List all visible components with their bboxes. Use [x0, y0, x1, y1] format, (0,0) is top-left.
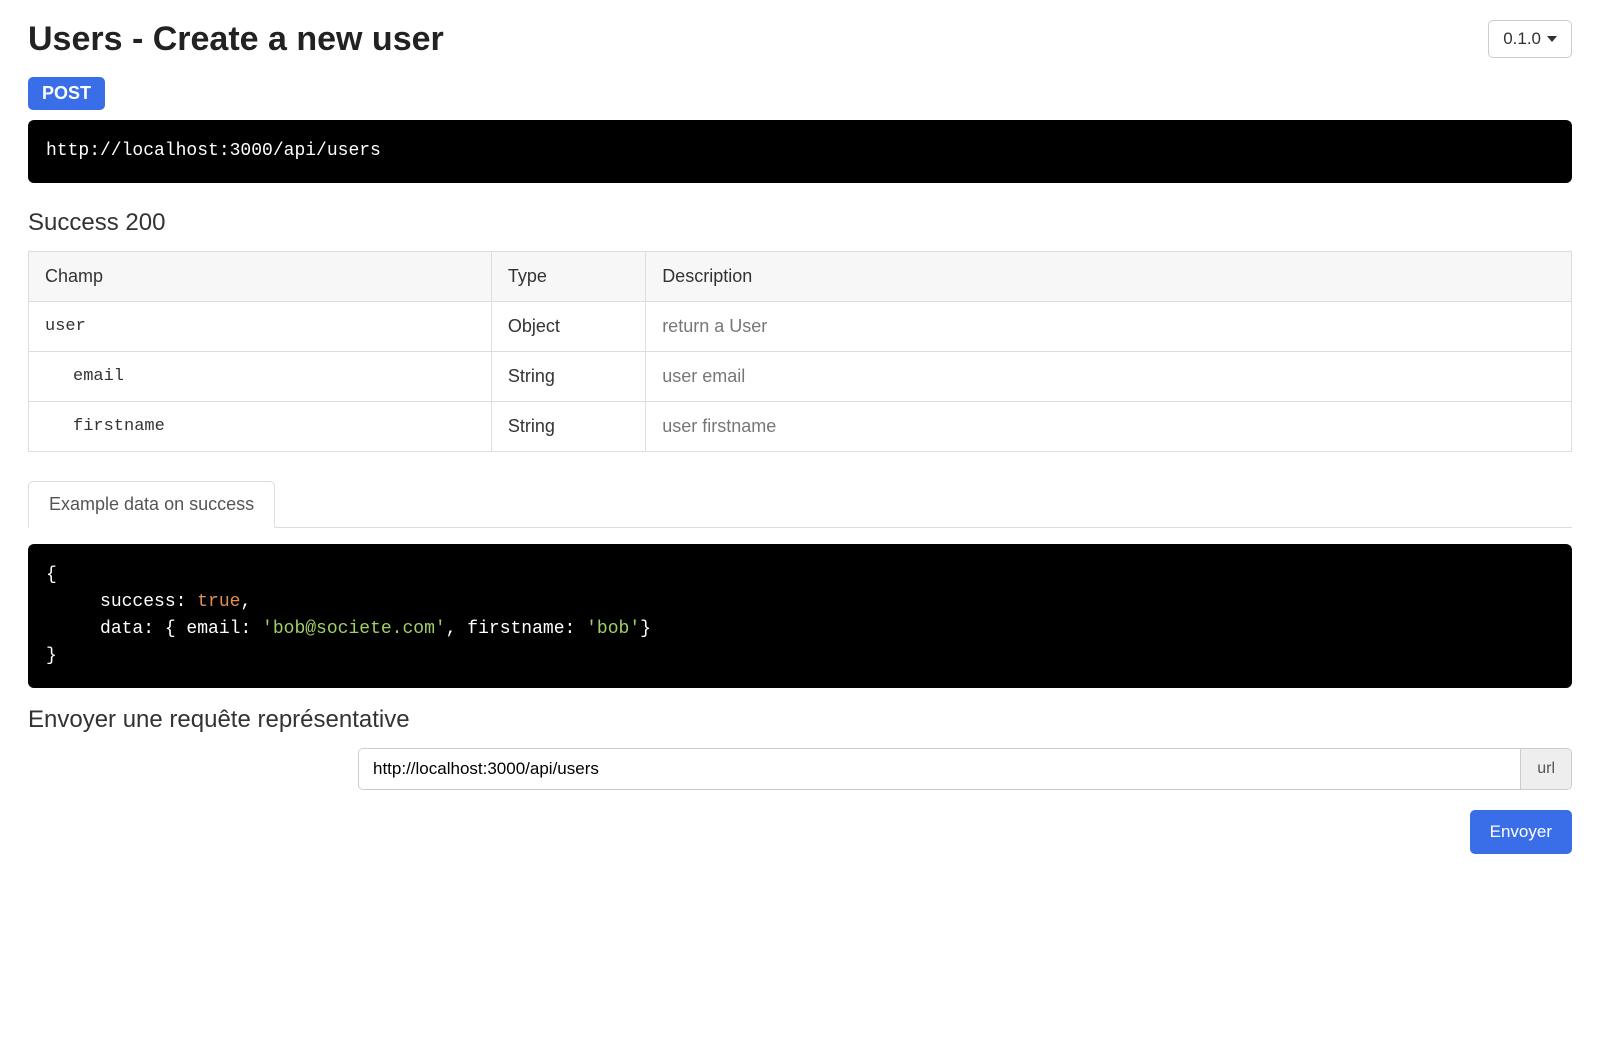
code-token: , firstname: — [446, 619, 586, 639]
field-description: user firstname — [646, 402, 1572, 452]
tab-example-success[interactable]: Example data on success — [28, 481, 275, 528]
send-button[interactable]: Envoyer — [1470, 810, 1572, 854]
field-name: user — [45, 317, 86, 336]
col-header-description: Description — [646, 252, 1572, 302]
http-method-badge: POST — [28, 77, 105, 110]
table-row: user Object return a User — [29, 302, 1572, 352]
code-token: } — [640, 619, 651, 639]
field-description: return a User — [646, 302, 1572, 352]
version-dropdown[interactable]: 0.1.0 — [1488, 20, 1572, 58]
code-token: 'bob' — [586, 619, 640, 639]
code-token: data: { email: — [100, 619, 262, 639]
endpoint-url-block: http://localhost:3000/api/users — [28, 120, 1572, 183]
sample-url-addon: url — [1520, 749, 1571, 789]
page-title: Users - Create a new user — [28, 20, 444, 59]
success-heading: Success 200 — [28, 209, 1572, 237]
table-row: firstname String user firstname — [29, 402, 1572, 452]
example-tabs: Example data on success — [28, 480, 1572, 528]
example-code-block: { success: true, data: { email: 'bob@soc… — [28, 544, 1572, 688]
col-header-type: Type — [491, 252, 645, 302]
chevron-down-icon — [1547, 36, 1557, 42]
table-row: email String user email — [29, 352, 1572, 402]
code-token — [46, 619, 100, 639]
code-token: , — [240, 592, 251, 612]
field-type: Object — [491, 302, 645, 352]
col-header-field: Champ — [29, 252, 492, 302]
code-token: 'bob@societe.com' — [262, 619, 446, 639]
success-params-table: Champ Type Description user Object retur… — [28, 251, 1572, 452]
field-name: firstname — [45, 417, 165, 436]
code-token: success: — [100, 592, 197, 612]
sample-request-heading: Envoyer une requête représentative — [28, 706, 1572, 734]
sample-url-group: url — [358, 748, 1572, 790]
field-description: user email — [646, 352, 1572, 402]
version-label: 0.1.0 — [1503, 29, 1541, 49]
code-token: true — [197, 592, 240, 612]
code-token: { — [46, 565, 57, 585]
field-type: String — [491, 352, 645, 402]
code-token: } — [46, 646, 57, 666]
field-name: email — [45, 367, 124, 386]
field-type: String — [491, 402, 645, 452]
sample-url-input[interactable] — [359, 749, 1520, 789]
code-token — [46, 592, 100, 612]
table-header-row: Champ Type Description — [29, 252, 1572, 302]
